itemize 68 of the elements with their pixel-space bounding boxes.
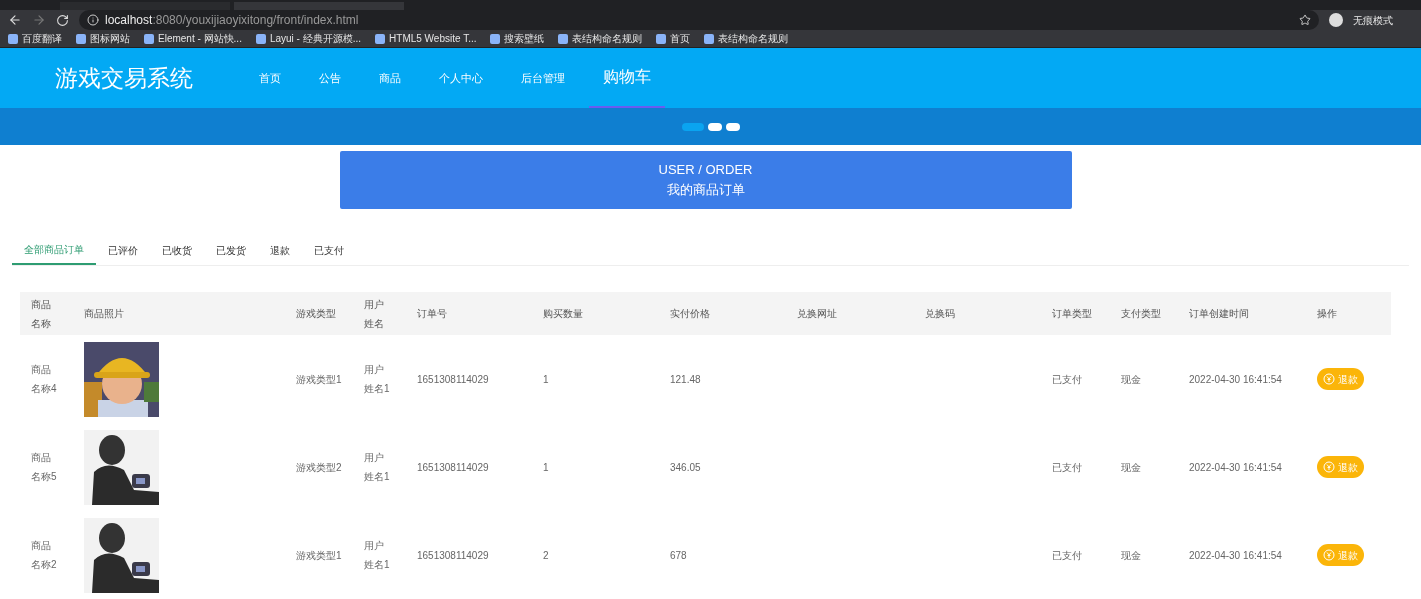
yen-icon [1323,461,1335,473]
column-header: 商品照片 [84,307,124,321]
table-cell-text: 2022-04-30 16:41:54 [1189,548,1282,563]
column-header: 用户姓名 [364,297,385,331]
table-cell-text: 现金 [1121,548,1141,563]
table-cell-text: 1651308114029 [417,548,489,563]
column-header: 游戏类型 [296,307,337,321]
table-cell-text: 已支付 [1052,548,1082,563]
table-cell-text: 2022-04-30 16:41:54 [1189,460,1282,475]
table-cell-text: 商品名称4 [31,363,57,396]
bookmark[interactable]: 表结构命名规则 [558,31,643,47]
column-header: 订单号 [417,307,447,321]
yen-icon [1323,373,1335,385]
table-cell-text: 游戏类型1 [296,548,343,563]
incognito-icon [1329,13,1343,28]
table-cell-text: 用户姓名1 [364,363,390,396]
column-header: 兑换网址 [797,307,837,321]
table-cell-text: 2 [543,548,549,563]
table-cell-text: 2022-04-30 16:41:54 [1189,372,1282,387]
bookmark[interactable]: 图标网站 [76,31,130,47]
bookmark[interactable]: HTML5 Website T... [375,31,477,47]
reload-icon[interactable] [56,13,69,27]
order-tab[interactable]: 退款 [258,235,302,265]
table-cell-text: 1651308114029 [417,460,489,475]
column-header: 实付价格 [670,307,710,321]
column-header: 操作 [1317,307,1337,321]
column-header: 购买数量 [543,307,583,321]
table-cell-text: 现金 [1121,372,1141,387]
info-icon [87,14,99,27]
bookmark[interactable]: 百度翻译 [8,31,62,47]
table-cell-text: 用户姓名1 [364,539,390,572]
table-cell-text: 游戏类型1 [296,372,343,387]
url-text: localhost:8080/youxijiaoyixitong/front/index.html [105,12,359,30]
star-icon[interactable] [1299,14,1311,27]
table-cell-text: 346.05 [670,460,701,475]
order-tab[interactable]: 全部商品订单 [12,235,96,265]
table-cell-text: 游戏类型2 [296,460,343,475]
bookmark[interactable]: 搜索壁纸 [490,31,545,47]
bookmark[interactable]: 表结构命名规则 [704,31,789,47]
yen-icon [1323,549,1335,561]
bookmark[interactable]: Layui - 经典开源模... [255,31,362,47]
table-cell-text: 678 [670,548,687,563]
column-header: 兑换码 [925,307,955,321]
table-cell-text: 商品名称2 [31,539,57,572]
table-cell-text: 已支付 [1052,372,1082,387]
site-title: 游戏交易系统 [55,63,194,93]
table-cell-text: 1651308114029 [417,372,489,387]
order-tab[interactable]: 已发货 [204,235,258,265]
column-header: 订单类型 [1052,307,1092,321]
table-cell-text: 已支付 [1052,460,1082,475]
card-subtitle: USER / ORDER [658,161,753,179]
bookmark[interactable]: Element - 网站快... [144,31,242,47]
order-tab[interactable]: 已支付 [302,235,356,265]
address-field[interactable]: localhost:8080/youxijiaoyixitong/front/index.html [79,10,1319,31]
order-tab[interactable]: 已收货 [150,235,204,265]
table-cell-text: 现金 [1121,460,1141,475]
table-cell-text: 1 [543,372,549,387]
table-cell-text: 1 [543,460,549,475]
column-header: 订单创建时间 [1189,307,1249,321]
bookmark[interactable]: 首页 [656,31,691,47]
column-header: 商品名称 [31,297,52,331]
table-cell-text: 用户姓名1 [364,451,390,484]
table-cell-text: 121.48 [670,372,701,387]
column-header: 支付类型 [1121,307,1161,321]
order-tab[interactable]: 已评价 [96,235,150,265]
table-cell-text: 商品名称5 [31,451,57,484]
incognito-label[interactable]: 无痕模式 [1353,12,1413,28]
card-title: 我的商品订单 [666,181,745,199]
